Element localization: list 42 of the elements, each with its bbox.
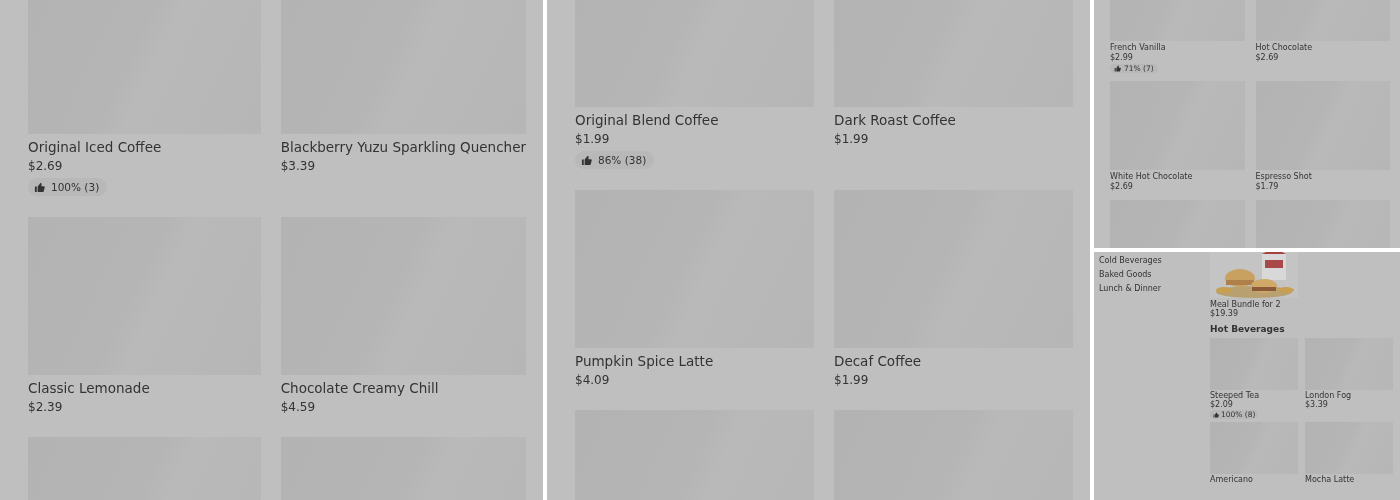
rating-text: 86% (38) <box>598 154 647 166</box>
rating-text: 100% (3) <box>51 181 100 193</box>
item-name[interactable]: Hot Chocolate <box>1255 43 1313 53</box>
item-name[interactable]: Classic Lemonade <box>28 379 150 397</box>
item-price: $2.39 <box>28 399 63 416</box>
item-name[interactable]: Mocha Latte <box>1305 475 1355 484</box>
item-name[interactable]: Blackberry Yuzu Sparkling Quencher <box>280 138 526 156</box>
item-price: $2.69 <box>1255 53 1279 63</box>
thumbs-up-icon <box>581 154 592 166</box>
item-name[interactable]: Americano <box>1210 475 1253 484</box>
item-price: $3.39 <box>1305 400 1328 409</box>
thumbs-up-icon <box>34 181 45 193</box>
item-price: $2.09 <box>1210 400 1233 409</box>
item-price: $1.99 <box>834 372 869 389</box>
item-price: $1.99 <box>575 131 610 148</box>
item-name[interactable]: Chocolate Creamy Chill <box>280 379 439 397</box>
item-name[interactable]: Meal Bundle for 2 <box>1210 300 1281 309</box>
item-name[interactable]: French Vanilla <box>1110 43 1166 53</box>
thumbs-up-icon <box>1114 65 1121 72</box>
item-name[interactable]: Dark Roast Coffee <box>834 111 956 129</box>
item-name[interactable]: Steeped Tea <box>1210 391 1260 400</box>
thumbs-up-icon <box>1213 411 1219 418</box>
category-link[interactable]: Cold Beverages <box>1099 256 1162 266</box>
category-link[interactable]: Baked Goods <box>1099 270 1152 280</box>
section-heading: Hot Beverages <box>1210 324 1285 335</box>
category-link[interactable]: Lunch & Dinner <box>1099 284 1161 294</box>
item-price: $4.09 <box>575 372 610 389</box>
item-price: $3.39 <box>280 158 316 175</box>
item-name[interactable]: Original Blend Coffee <box>575 111 719 129</box>
item-name[interactable]: Original Iced Coffee <box>28 138 162 156</box>
item-name[interactable]: London Fog <box>1305 391 1352 400</box>
item-name[interactable]: White Hot Chocolate <box>1110 172 1193 182</box>
item-price: $1.79 <box>1255 182 1279 192</box>
item-name[interactable]: Decaf Coffee <box>834 352 922 370</box>
item-price: $2.99 <box>1110 53 1133 63</box>
item-name[interactable]: Pumpkin Spice Latte <box>575 352 714 370</box>
item-price: $2.69 <box>28 158 63 175</box>
item-name[interactable]: Espresso Shot <box>1255 172 1312 182</box>
item-price: $2.69 <box>1110 182 1133 192</box>
item-price: $19.39 <box>1210 309 1238 318</box>
item-price: $1.99 <box>834 131 869 148</box>
item-price: $4.59 <box>280 399 316 416</box>
